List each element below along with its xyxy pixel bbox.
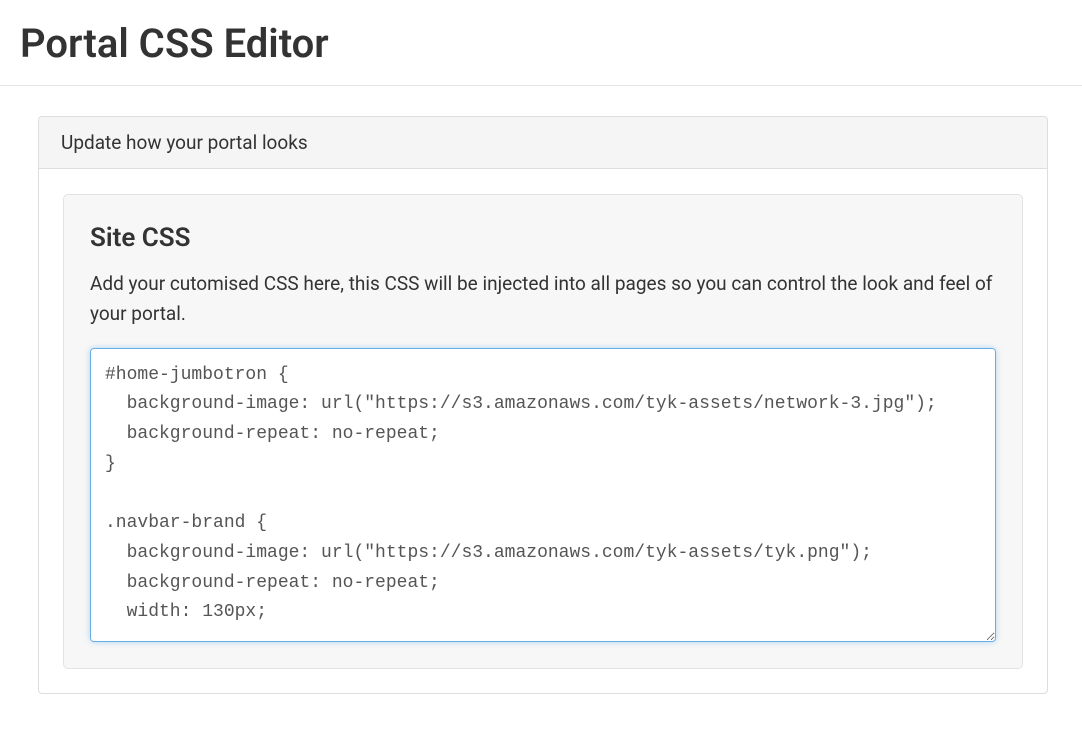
panel-header: Update how your portal looks <box>39 117 1047 169</box>
css-editor-textarea[interactable] <box>90 348 996 642</box>
content-wrapper: Update how your portal looks Site CSS Ad… <box>0 86 1082 694</box>
site-css-panel: Site CSS Add your cutomised CSS here, th… <box>63 194 1023 669</box>
panel-body: Site CSS Add your cutomised CSS here, th… <box>39 169 1047 693</box>
page-title: Portal CSS Editor <box>0 0 1082 86</box>
section-description: Add your cutomised CSS here, this CSS wi… <box>90 269 996 330</box>
main-panel: Update how your portal looks Site CSS Ad… <box>38 116 1048 694</box>
section-title: Site CSS <box>90 223 996 253</box>
